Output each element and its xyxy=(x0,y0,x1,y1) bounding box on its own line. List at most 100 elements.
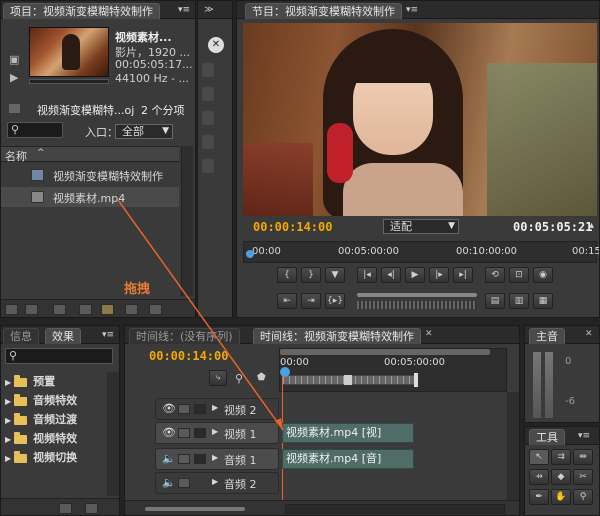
lock-icon[interactable] xyxy=(178,478,190,488)
rolling-edit-tool-icon[interactable]: ⇸ xyxy=(529,469,549,485)
shuttle-left-icon[interactable]: ⇤ xyxy=(277,293,297,309)
zoom-tool-icon[interactable]: ⚲ xyxy=(573,489,593,505)
entry-select[interactable]: 全部 ▼ xyxy=(115,124,173,139)
sync-lock-icon[interactable] xyxy=(194,454,206,464)
sync-lock-icon[interactable] xyxy=(194,404,206,414)
strip-btn-5[interactable] xyxy=(202,159,214,173)
delete-icon[interactable] xyxy=(85,503,98,514)
panel-menu-icon[interactable]: ▾≡ xyxy=(577,430,591,442)
automate-icon[interactable] xyxy=(53,304,66,315)
eye-icon[interactable]: 👁 xyxy=(162,426,176,439)
panel-menu-icon[interactable]: ▾≡ xyxy=(177,4,191,16)
mark-in-icon[interactable]: { xyxy=(277,267,297,283)
play-in-out-icon[interactable]: {▸} xyxy=(325,293,345,309)
track-header-audio2[interactable]: 🔈 ▶ 音频 2 xyxy=(155,472,279,494)
project-item-sequence[interactable]: 视频渐变模糊特效制作 xyxy=(1,165,179,185)
effects-folder-video-effects[interactable]: ▶ 视频特效 xyxy=(1,429,105,448)
list-view-icon[interactable] xyxy=(5,304,18,315)
rate-stretch-tool-icon[interactable]: ◆ xyxy=(551,469,571,485)
program-ruler[interactable]: 00:00 00:05:00:00 00:10:00:00 00:15 xyxy=(243,241,599,263)
delete-icon[interactable] xyxy=(149,304,162,315)
shuttle-slider[interactable] xyxy=(357,293,477,297)
shuttle-right-icon[interactable]: ⇥ xyxy=(301,293,321,309)
tab-effects[interactable]: 效果 xyxy=(45,328,81,344)
new-item-icon[interactable] xyxy=(125,304,138,315)
speaker-icon[interactable]: 🔈 xyxy=(162,476,176,489)
expand-triangle-icon[interactable]: ▶ xyxy=(212,453,218,462)
step-forward-icon[interactable]: |▸ xyxy=(429,267,449,283)
timeline-current-time[interactable]: 00:00:14:00 xyxy=(149,349,228,363)
tab-program[interactable]: 节目：视频渐变模糊特效制作 xyxy=(245,3,402,19)
expand-triangle-icon[interactable]: ▶ xyxy=(212,403,218,412)
work-area-handle[interactable] xyxy=(344,375,352,385)
new-bin-icon[interactable] xyxy=(101,304,114,315)
strip-btn-2[interactable] xyxy=(202,87,214,101)
ripple-edit-tool-icon[interactable]: ⇹ xyxy=(573,449,593,465)
timeline-ruler[interactable]: 00:00 00:05:00:00 xyxy=(279,348,507,392)
track-header-video2[interactable]: 👁 ▶ 视频 2 xyxy=(155,398,279,420)
expand-triangle-icon[interactable]: ▶ xyxy=(212,427,218,436)
close-icon[interactable]: ✕ xyxy=(425,329,433,339)
speaker-icon[interactable]: 🔈 xyxy=(162,452,176,465)
pen-tool-icon[interactable]: ✒ xyxy=(529,489,549,505)
close-icon[interactable]: ✕ xyxy=(585,329,593,339)
loop-icon[interactable]: ⟲ xyxy=(485,267,505,283)
track-header-video1[interactable]: 👁 ▶ 视频 1 xyxy=(155,422,279,444)
strip-btn-4[interactable] xyxy=(202,135,214,149)
go-to-in-icon[interactable]: |◂ xyxy=(357,267,377,283)
work-area-end[interactable] xyxy=(414,373,418,387)
tab-timeline-active[interactable]: 时间线：视频渐变模糊特效制作 xyxy=(253,328,421,344)
lock-icon[interactable] xyxy=(178,404,190,414)
timeline-vscroll[interactable] xyxy=(507,392,519,500)
extract-icon[interactable]: ▥ xyxy=(509,293,529,309)
jog-wheel[interactable] xyxy=(357,301,477,309)
panel-menu-icon[interactable]: ≫ xyxy=(202,4,216,16)
safe-margins-icon[interactable]: ⊡ xyxy=(509,267,529,283)
fit-select[interactable]: 适配 ▼ xyxy=(383,219,459,234)
go-to-out-icon[interactable]: ▸| xyxy=(453,267,473,283)
effects-scrollbar[interactable] xyxy=(107,372,119,496)
name-column-header[interactable]: 名称 ^ xyxy=(1,146,179,163)
tab-timeline-empty[interactable]: 时间线：(没有序列) xyxy=(129,328,240,344)
track-header-audio1[interactable]: 🔈 ▶ 音频 1 xyxy=(155,448,279,470)
razor-tool-icon[interactable]: ✂ xyxy=(573,469,593,485)
selection-tool-icon[interactable]: ↖ xyxy=(529,449,549,465)
tab-info[interactable]: 信息 xyxy=(3,328,39,344)
export-frame-icon[interactable]: ▦ xyxy=(533,293,553,309)
play-thumb-icon[interactable]: ▶ xyxy=(10,71,18,84)
strip-close-icon[interactable]: ✕ xyxy=(208,37,224,53)
tab-audio-master[interactable]: 主音 xyxy=(529,328,565,344)
hand-tool-icon[interactable]: ✋ xyxy=(551,489,571,505)
timeline-hscroll[interactable] xyxy=(285,504,505,514)
timeline-zoom-slider[interactable] xyxy=(145,507,245,511)
output-icon[interactable]: ◉ xyxy=(533,267,553,283)
effects-folder-video-transitions[interactable]: ▶ 视频切换 xyxy=(1,448,105,467)
new-custom-bin-icon[interactable] xyxy=(59,503,72,514)
tab-tools[interactable]: 工具 xyxy=(529,429,565,445)
zoom-bar[interactable] xyxy=(280,349,490,355)
step-back-icon[interactable]: ◂| xyxy=(381,267,401,283)
jog-shuttle[interactable] xyxy=(357,291,487,311)
tab-project[interactable]: 项目：视频渐变模糊特效制作 xyxy=(3,3,160,19)
thumb-playhead-bar[interactable] xyxy=(29,79,109,84)
expand-triangle-icon[interactable]: ▶ xyxy=(212,477,218,486)
video-clip[interactable]: 视频素材.mp4 [视] xyxy=(282,423,414,443)
marker-icon[interactable]: ⚲ xyxy=(235,372,243,385)
program-current-time[interactable]: 00:00:14:00 xyxy=(253,220,332,234)
mark-out-icon[interactable]: } xyxy=(301,267,321,283)
eye-icon[interactable]: 👁 xyxy=(162,402,176,415)
sync-lock-icon[interactable] xyxy=(194,428,206,438)
lock-icon[interactable] xyxy=(178,428,190,438)
playhead-marker-icon[interactable] xyxy=(246,250,254,258)
camera-icon[interactable]: ▣ xyxy=(9,53,19,66)
play-icon[interactable]: ▶ xyxy=(405,267,425,283)
effects-folder-audio-transitions[interactable]: ▶ 音频过渡 xyxy=(1,410,105,429)
snap-icon[interactable]: ⤷ xyxy=(209,370,227,386)
project-scrollbar[interactable] xyxy=(181,146,193,296)
settings-icon[interactable]: ▴ xyxy=(589,220,594,231)
find-icon[interactable] xyxy=(79,304,92,315)
lock-icon[interactable] xyxy=(178,454,190,464)
track-select-tool-icon[interactable]: ⇉ xyxy=(551,449,571,465)
project-search-input[interactable]: ⚲ xyxy=(7,122,63,138)
effects-search-input[interactable]: ⚲ xyxy=(5,348,113,364)
